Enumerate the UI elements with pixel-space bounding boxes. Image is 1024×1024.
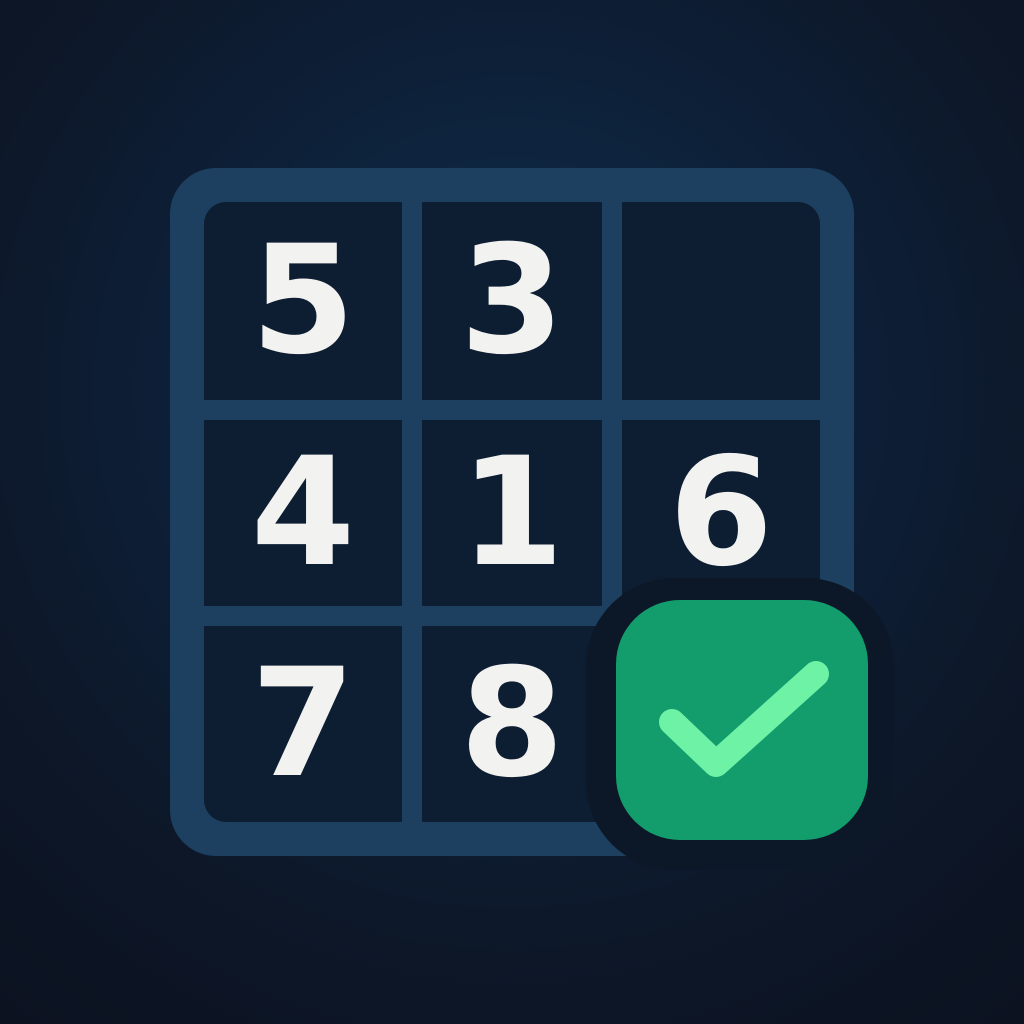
grid-cell-3[interactable] bbox=[622, 202, 820, 400]
grid-cell-2[interactable]: 3 bbox=[422, 202, 602, 400]
grid-cell-4[interactable]: 4 bbox=[204, 420, 402, 606]
check-badge[interactable] bbox=[616, 600, 868, 840]
cell-digit: 6 bbox=[668, 426, 774, 600]
cell-digit: 8 bbox=[459, 637, 565, 811]
cell-digit: 4 bbox=[250, 426, 356, 600]
grid-cell-1[interactable]: 5 bbox=[204, 202, 402, 400]
checkmark-icon bbox=[659, 661, 829, 777]
grid-cell-5[interactable]: 1 bbox=[422, 420, 602, 606]
grid-cell-7[interactable]: 7 bbox=[204, 626, 402, 822]
grid-cell-8[interactable]: 8 bbox=[422, 626, 602, 822]
cell-digit: 3 bbox=[459, 214, 565, 388]
cell-digit: 7 bbox=[250, 637, 356, 811]
cell-digit: 1 bbox=[459, 426, 565, 600]
cell-digit: 5 bbox=[250, 214, 356, 388]
